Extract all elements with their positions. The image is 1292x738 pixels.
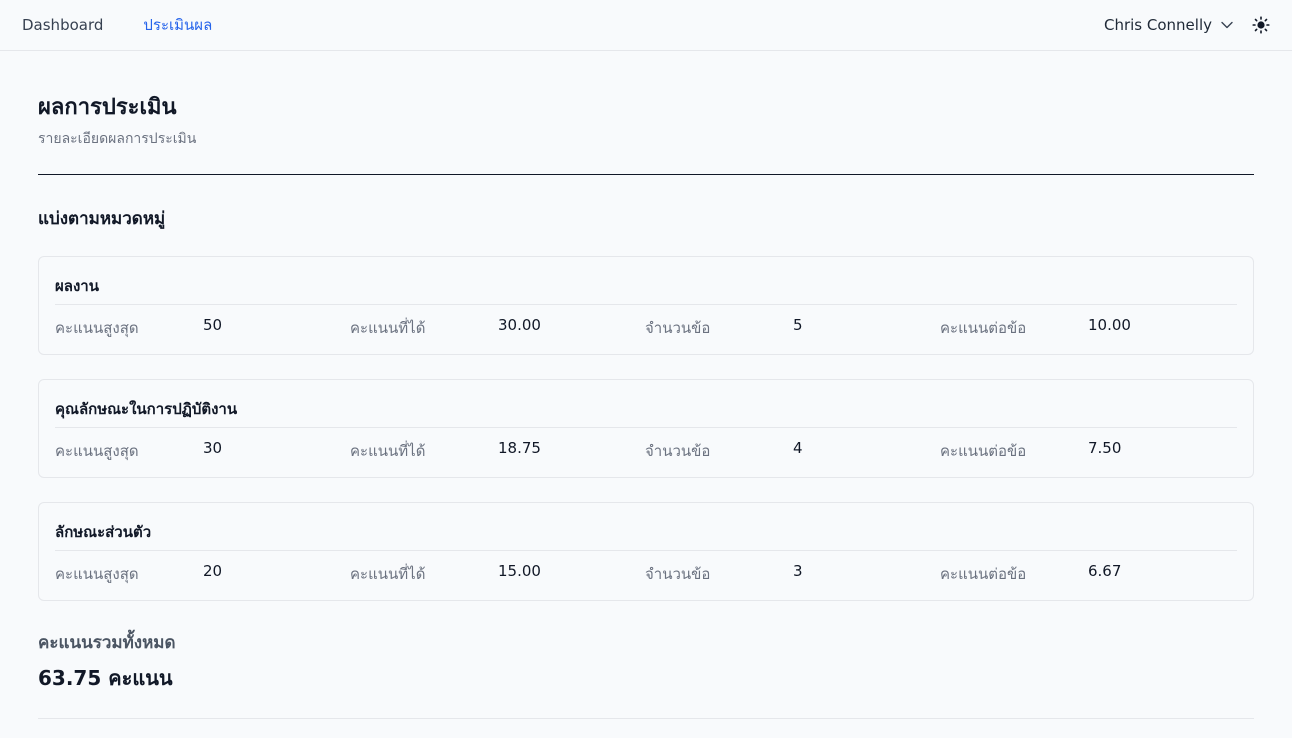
score-value: 15.00 <box>498 562 541 580</box>
sun-icon[interactable] <box>1252 16 1270 34</box>
items-value: 5 <box>793 316 803 334</box>
category-card: ผลงาน คะแนนสูงสุด 50 คะแนนที่ได้ 30.00 จำน… <box>38 256 1254 355</box>
nav-evaluation-link[interactable]: ประเมินผล <box>143 13 212 37</box>
category-list: ผลงาน คะแนนสูงสุด 50 คะแนนที่ได้ 30.00 จำน… <box>38 256 1254 601</box>
section-title: แบ่งตามหมวดหมู่ <box>38 209 166 229</box>
score-value: 30.00 <box>498 316 541 334</box>
chevron-down-icon[interactable] <box>1220 18 1234 32</box>
per-item-label: คะแนนต่อข้อ <box>940 442 1027 460</box>
items-value: 4 <box>793 439 803 457</box>
category-name: ลักษณะส่วนตัว <box>55 503 1237 551</box>
max-score-value: 50 <box>203 316 223 334</box>
total-score-label: คะแนนรวมทั้งหมด <box>38 633 176 653</box>
header-divider <box>38 174 1254 175</box>
category-card: คุณลักษณะในการปฏิบัติงาน คะแนนสูงสุด 30 ค… <box>38 379 1254 478</box>
total-score-value: 63.75 คะแนน <box>38 666 173 690</box>
top-navbar: Dashboard ประเมินผล Chris Connelly <box>0 0 1292 51</box>
per-item-label: คะแนนต่อข้อ <box>940 565 1027 583</box>
page-title: ผลการประเมิน <box>38 95 177 120</box>
max-score-label: คะแนนสูงสุด <box>55 565 139 583</box>
category-name: คุณลักษณะในการปฏิบัติงาน <box>55 380 1237 428</box>
user-menu-name[interactable]: Chris Connelly <box>1104 16 1212 34</box>
max-score-label: คะแนนสูงสุด <box>55 442 139 460</box>
score-label: คะแนนที่ได้ <box>350 319 426 337</box>
page-subtitle: รายละเอียดผลการประเมิน <box>38 131 197 147</box>
items-label: จำนวนข้อ <box>645 442 711 460</box>
items-label: จำนวนข้อ <box>645 565 711 583</box>
max-score-label: คะแนนสูงสุด <box>55 319 139 337</box>
per-item-label: คะแนนต่อข้อ <box>940 319 1027 337</box>
main-content: ผลการประเมิน รายละเอียดผลการประเมิน แบ่ง… <box>0 89 1292 719</box>
max-score-value: 20 <box>203 562 223 580</box>
per-item-value: 7.50 <box>1088 439 1122 457</box>
score-label: คะแนนที่ได้ <box>350 442 426 460</box>
items-value: 3 <box>793 562 803 580</box>
footer-divider <box>38 718 1254 719</box>
nav-links: Dashboard ประเมินผล <box>22 13 252 37</box>
per-item-value: 6.67 <box>1088 562 1122 580</box>
nav-user-area: Chris Connelly <box>1104 16 1270 34</box>
category-stats: คะแนนสูงสุด 30 คะแนนที่ได้ 18.75 จำนวนข้อ 4… <box>55 428 1237 474</box>
score-label: คะแนนที่ได้ <box>350 565 426 583</box>
category-stats: คะแนนสูงสุด 50 คะแนนที่ได้ 30.00 จำนวนข้อ 5… <box>55 305 1237 351</box>
category-card: ลักษณะส่วนตัว คะแนนสูงสุด 20 คะแนนที่ได้ 1… <box>38 502 1254 601</box>
items-label: จำนวนข้อ <box>645 319 711 337</box>
max-score-value: 30 <box>203 439 223 457</box>
per-item-value: 10.00 <box>1088 316 1131 334</box>
category-stats: คะแนนสูงสุด 20 คะแนนที่ได้ 15.00 จำนวนข้อ 3… <box>55 551 1237 597</box>
nav-dashboard-link[interactable]: Dashboard <box>22 16 103 34</box>
score-value: 18.75 <box>498 439 541 457</box>
category-name: ผลงาน <box>55 257 1237 305</box>
